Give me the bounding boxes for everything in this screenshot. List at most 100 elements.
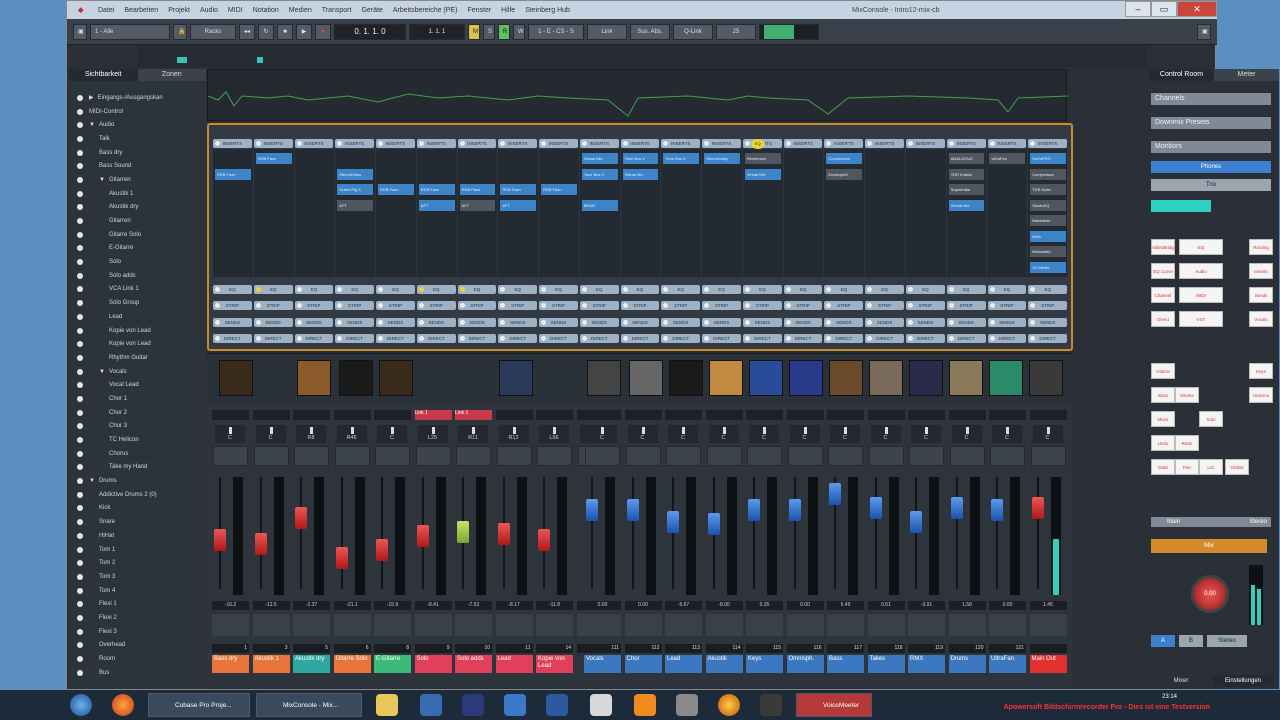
menu-hilfe[interactable]: Hilfe xyxy=(496,7,520,14)
fader-handle[interactable] xyxy=(748,499,760,521)
rack-cell-direct[interactable]: DIRECT xyxy=(294,334,334,343)
rack-cell-sends[interactable]: SENDS xyxy=(906,318,945,327)
monitor-phones[interactable]: Phones xyxy=(1151,161,1271,173)
channel-buttons[interactable] xyxy=(867,614,905,636)
control-room-shortcut-button[interactable]: MIDI xyxy=(1179,287,1223,303)
visibility-dot-icon[interactable] xyxy=(77,587,83,594)
mute-solo-buttons[interactable] xyxy=(415,446,451,466)
channel-routing-slot[interactable] xyxy=(374,410,411,420)
rack-cell-eq[interactable]: EQ xyxy=(946,285,986,294)
rack-cell-eq[interactable]: EQ xyxy=(253,285,293,294)
rack-cell-strip[interactable]: STRIP xyxy=(742,301,782,310)
channel-overview-strip[interactable] xyxy=(137,45,1147,67)
channel-picture[interactable] xyxy=(949,360,983,396)
rewind-button[interactable]: ◂◂ xyxy=(239,23,255,40)
control-room-shortcut-button[interactable]: Unisono xyxy=(1249,387,1273,403)
insert-plugin-slot[interactable]: Reverence xyxy=(744,153,781,164)
sus-abs-button[interactable]: Sus. Abs. xyxy=(630,23,670,40)
insert-plugin-slot[interactable]: AFT xyxy=(418,199,455,211)
control-room-shortcut-button[interactable]: EQ xyxy=(1179,239,1223,255)
control-room-volume-knob[interactable]: 0.00 xyxy=(1191,575,1229,613)
visibility-dot-icon[interactable] xyxy=(77,478,83,485)
chrome-icon[interactable] xyxy=(718,694,740,716)
pan-control[interactable]: R12 xyxy=(498,425,529,443)
rack-cell-eq[interactable]: EQ xyxy=(539,285,578,294)
visibility-dot-icon[interactable] xyxy=(77,204,83,211)
channel-buttons[interactable] xyxy=(536,614,573,636)
insert-plugin-slot[interactable]: EnvelopeS xyxy=(826,168,863,180)
channel-picture[interactable] xyxy=(379,360,413,396)
monitor-m-button[interactable]: M xyxy=(468,23,480,40)
channel-filter-select[interactable]: 1 - Alle xyxy=(90,23,170,40)
menu-fenster[interactable]: Fenster xyxy=(462,7,496,14)
track-visibility-item[interactable]: E-Gitarre xyxy=(77,242,202,256)
rack-cell-sends[interactable]: SENDS xyxy=(579,318,619,327)
control-room-shortcut-button[interactable]: Undo xyxy=(1151,435,1175,451)
rack-cell-strip[interactable]: STRIP xyxy=(620,301,660,310)
channel-routing-slot[interactable] xyxy=(212,410,249,420)
insert-plugin-slot[interactable]: RDB Fazn xyxy=(541,184,577,195)
mute-solo-buttons[interactable] xyxy=(1030,446,1066,466)
track-visibility-item[interactable]: ▶ Eingangs-/Ausgangskan xyxy=(77,91,202,105)
tab-einstellungen-footer[interactable]: Einstellungen xyxy=(1213,675,1273,687)
visibility-dot-icon[interactable] xyxy=(77,546,83,553)
insert-plugin-slot[interactable]: Virtual Mix xyxy=(744,168,781,180)
menu-audio[interactable]: Audio xyxy=(195,7,223,14)
rack-cell-inserts[interactable]: INSERTS xyxy=(498,139,538,148)
track-visibility-item[interactable]: Tom 2 xyxy=(77,556,202,570)
track-visibility-item[interactable]: HiHat xyxy=(77,529,202,543)
channel-routing-slot[interactable]: Link 1 xyxy=(455,410,492,420)
control-room-shortcut-button[interactable]: Keys xyxy=(1249,363,1273,379)
rack-cell-eq[interactable]: EQ xyxy=(294,285,334,294)
stop-button[interactable]: ■ xyxy=(277,23,293,40)
visibility-dot-icon[interactable] xyxy=(77,573,83,580)
rack-cell-inserts[interactable]: INSERTS xyxy=(702,139,741,148)
channel-routing-slot[interactable] xyxy=(948,410,986,420)
rack-cell-direct[interactable]: DIRECT xyxy=(213,334,252,343)
play-button[interactable]: ▶ xyxy=(296,23,312,40)
channel-routing-slot[interactable] xyxy=(827,410,864,420)
fader-handle[interactable] xyxy=(214,529,226,551)
pan-control[interactable]: C xyxy=(830,425,860,443)
channel-buttons[interactable] xyxy=(455,614,492,636)
channel-buttons[interactable] xyxy=(989,614,1026,636)
menu-projekt[interactable]: Projekt xyxy=(163,7,195,14)
channel-picture[interactable] xyxy=(629,360,663,396)
visibility-dot-icon[interactable] xyxy=(77,122,83,129)
channel-routing-slot[interactable] xyxy=(1029,410,1067,420)
folder-icon[interactable] xyxy=(376,694,398,716)
fader-handle[interactable] xyxy=(295,507,307,529)
rack-cell-inserts[interactable]: INSERTS xyxy=(539,139,578,148)
visibility-dot-icon[interactable] xyxy=(77,395,83,402)
channel-buttons[interactable] xyxy=(293,614,330,636)
media-player-icon[interactable] xyxy=(590,694,612,716)
rack-cell-eq[interactable]: EQ xyxy=(987,285,1027,294)
visibility-dot-icon[interactable] xyxy=(77,313,83,320)
mute-solo-buttons[interactable] xyxy=(868,446,904,466)
rack-cell-eq[interactable]: EQ xyxy=(661,285,701,294)
track-visibility-item[interactable]: Bass Sound xyxy=(77,159,202,173)
pan-control[interactable]: C xyxy=(587,425,617,443)
channel-buttons[interactable] xyxy=(414,614,452,636)
rack-cell-sends[interactable]: SENDS xyxy=(498,318,538,327)
control-room-shortcut-button[interactable]: EQ Curve xyxy=(1151,263,1175,279)
channel-picture[interactable] xyxy=(499,360,533,396)
q-link-button[interactable]: Q-Link xyxy=(673,23,713,40)
channel-picture[interactable] xyxy=(869,360,903,396)
visibility-dot-icon[interactable] xyxy=(77,464,83,471)
insert-plugin-slot[interactable]: BRAN xyxy=(581,199,618,211)
insert-plugin-slot[interactable]: Brick xyxy=(1030,230,1066,242)
menu-geraete[interactable]: Geräte xyxy=(356,7,387,14)
track-visibility-item[interactable]: Akustik dry xyxy=(77,201,202,215)
menu-bearbeiten[interactable]: Bearbeiten xyxy=(119,7,163,14)
caret-down-icon[interactable]: ▼ xyxy=(89,122,95,128)
track-visibility-item[interactable]: Flexi 1 xyxy=(77,597,202,611)
left-zone-toggle[interactable]: ▣ xyxy=(73,23,87,40)
rack-cell-direct[interactable]: DIRECT xyxy=(376,334,415,343)
track-visibility-item[interactable]: Talk xyxy=(77,132,202,146)
visibility-dot-icon[interactable] xyxy=(77,409,83,416)
rack-cell-sends[interactable]: SENDS xyxy=(742,318,782,327)
mute-solo-buttons[interactable] xyxy=(990,446,1025,466)
rack-cell-sends[interactable]: SENDS xyxy=(376,318,415,327)
rack-cell-strip[interactable]: STRIP xyxy=(416,301,456,310)
